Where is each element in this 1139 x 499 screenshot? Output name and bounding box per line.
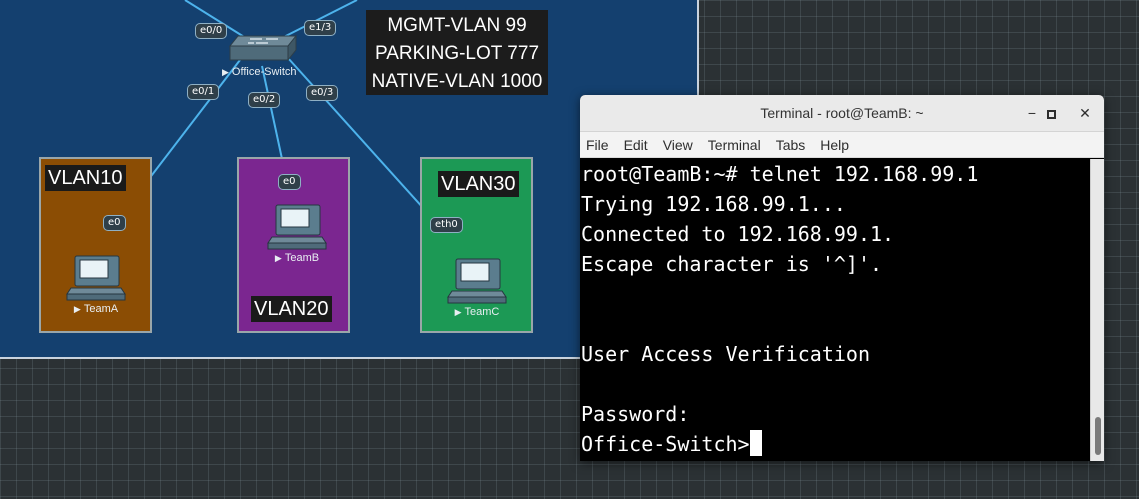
menu-edit[interactable]: Edit (624, 137, 648, 153)
office-switch-node[interactable]: ▶ Office-Switch (222, 30, 300, 82)
terminal-titlebar[interactable]: Terminal - root@TeamB: ~ − ✕ (580, 95, 1104, 132)
vlan30-label: VLAN30 (438, 171, 519, 197)
info-line-parking: PARKING-LOT 777 (374, 43, 540, 64)
computer-icon (447, 258, 507, 304)
scrollbar-thumb[interactable] (1095, 417, 1101, 455)
computer-icon (66, 255, 126, 301)
host-teamc-name: TeamC (464, 306, 500, 318)
play-icon: ▶ (454, 307, 462, 317)
terminal-line: Escape character is '^]'. (581, 252, 883, 276)
text-cursor (749, 430, 762, 456)
terminal-line: Connected to 192.168.99.1. (581, 222, 895, 246)
host-teamb[interactable]: ▶ TeamB (262, 203, 332, 267)
port-e0-1[interactable]: e0/1 (187, 84, 220, 100)
vlan20-label: VLAN20 (251, 296, 332, 322)
menu-view[interactable]: View (663, 137, 693, 153)
switch-icon (228, 34, 298, 62)
host-teama[interactable]: ▶ TeamA (61, 254, 131, 318)
close-icon[interactable]: ✕ (1076, 104, 1094, 122)
maximize-icon[interactable] (1042, 104, 1060, 122)
computer-icon (267, 204, 327, 250)
host-teama-name: TeamA (83, 303, 119, 315)
terminal-menubar: File Edit View Terminal Tabs Help (580, 132, 1104, 158)
terminal-prompt: Office-Switch> (581, 432, 750, 456)
port-teamc-eth0[interactable]: eth0 (430, 217, 463, 233)
switch-name: Office-Switch (231, 66, 297, 78)
terminal-line: User Access Verification (581, 342, 870, 366)
host-teamb-label: ▶ TeamB (262, 252, 332, 264)
menu-help[interactable]: Help (820, 137, 849, 153)
minimize-icon[interactable]: − (1023, 104, 1041, 122)
terminal-prompt-line: Office-Switch> (580, 429, 1090, 459)
terminal-line: root@TeamB:~# telnet 192.168.99.1 (581, 162, 979, 186)
terminal-output[interactable]: root@TeamB:~# telnet 192.168.99.1 Trying… (580, 159, 1090, 461)
vlan10-label: VLAN10 (45, 165, 126, 191)
terminal-window[interactable]: Terminal - root@TeamB: ~ − ✕ File Edit V… (580, 95, 1104, 461)
play-icon: ▶ (274, 253, 282, 263)
host-teamb-name: TeamB (284, 252, 320, 264)
play-icon: ▶ (73, 304, 81, 314)
terminal-scrollbar[interactable] (1090, 159, 1104, 461)
port-e0-0[interactable]: e0/0 (195, 23, 228, 39)
terminal-line: Trying 192.168.99.1... (581, 192, 846, 216)
info-line-mgmt: MGMT-VLAN 99 (387, 15, 527, 36)
host-teama-label: ▶ TeamA (61, 303, 131, 315)
play-icon: ▶ (222, 67, 229, 77)
port-e0-3[interactable]: e0/3 (306, 85, 339, 101)
port-e0-2[interactable]: e0/2 (248, 92, 281, 108)
terminal-line: Password: (581, 402, 690, 426)
port-e1-3[interactable]: e1/3 (304, 20, 337, 36)
info-line-native: NATIVE-VLAN 1000 (371, 71, 543, 92)
host-teamc-label: ▶ TeamC (442, 306, 512, 318)
menu-terminal[interactable]: Terminal (708, 137, 761, 153)
port-teamb-e0[interactable]: e0 (278, 174, 301, 190)
menu-tabs[interactable]: Tabs (776, 137, 806, 153)
host-teamc[interactable]: ▶ TeamC (442, 257, 512, 321)
vlan-info-box[interactable]: MGMT-VLAN 99 PARKING-LOT 777 NATIVE-VLAN… (366, 10, 548, 95)
switch-label: ▶ Office-Switch (222, 66, 312, 78)
port-teama-e0[interactable]: e0 (103, 215, 126, 231)
menu-file[interactable]: File (586, 137, 609, 153)
